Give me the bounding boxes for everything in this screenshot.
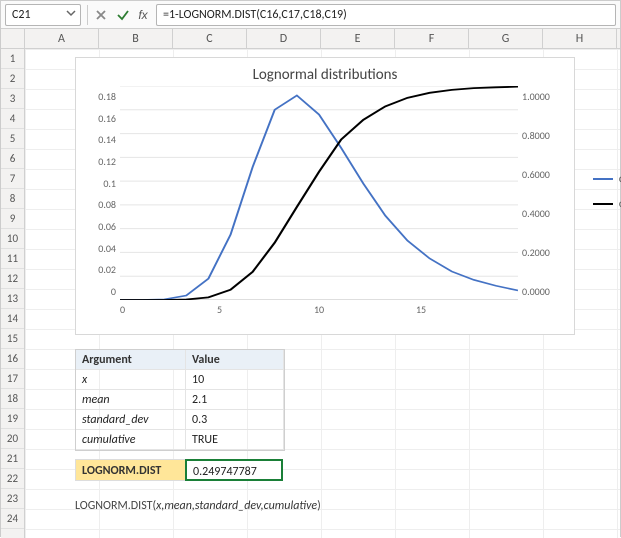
table-cell[interactable]: standard_dev	[76, 410, 186, 430]
row-header[interactable]: 12	[1, 269, 24, 289]
series-cumulative	[120, 87, 518, 300]
legend-swatch-cumulative	[593, 203, 613, 205]
argument-table: Argument Value x10 mean2.1 standard_dev0…	[75, 349, 285, 451]
row-header[interactable]: 15	[1, 329, 24, 349]
series-density	[120, 95, 518, 300]
row-header[interactable]: 18	[1, 389, 24, 409]
row-header[interactable]: 4	[1, 109, 24, 129]
row-header-col: 1 2 3 4 5 6 7 8 9 10 11 12 13 14 15 16 1…	[1, 49, 25, 538]
y-axis-left: 0.180.16 0.140.12 0.10.08 0.060.04 0.020	[86, 86, 120, 316]
row-header[interactable]: 6	[1, 149, 24, 169]
legend-swatch-density	[593, 178, 613, 180]
row-header[interactable]: 21	[1, 449, 24, 469]
col-header[interactable]: C	[173, 29, 247, 48]
active-cell[interactable]: 0.249747787	[185, 459, 283, 481]
row-header[interactable]: 24	[1, 509, 24, 529]
row-header[interactable]: 22	[1, 469, 24, 489]
formula-text: =1-LOGNORM.DIST(C16,C17,C18,C19)	[163, 8, 347, 22]
y-axis-right: 1.00000.8000 0.60000.4000 0.20000.0000	[518, 86, 564, 316]
chevron-down-icon	[66, 8, 76, 22]
divider	[87, 5, 88, 25]
fx-button[interactable]: fx	[134, 4, 156, 26]
syntax-text: LOGNORM.DIST(x,mean,standard_dev,cumulat…	[75, 499, 321, 513]
col-header[interactable]: E	[321, 29, 395, 48]
name-box[interactable]: C21	[5, 4, 81, 26]
row-header[interactable]: 10	[1, 229, 24, 249]
table-cell[interactable]: TRUE	[186, 430, 284, 450]
accept-button[interactable]	[112, 4, 134, 26]
row-header[interactable]: 5	[1, 129, 24, 149]
row-header[interactable]: 19	[1, 409, 24, 429]
row-header[interactable]: 2	[1, 69, 24, 89]
column-header-row: A B C D E F G H	[1, 29, 620, 49]
cell-grid[interactable]: Lognormal distributions 0.180.16 0.140.1…	[25, 49, 620, 538]
result-row: LOGNORM.DIST 0.249747787	[75, 459, 283, 481]
table-header: Argument	[76, 350, 186, 370]
chart-legend: density cumulative	[593, 172, 621, 222]
row-header[interactable]: 20	[1, 429, 24, 449]
row-header[interactable]: 3	[1, 89, 24, 109]
col-header[interactable]: A	[25, 29, 99, 48]
col-header[interactable]: D	[247, 29, 321, 48]
table-cell[interactable]: x	[76, 370, 186, 390]
row-header[interactable]: 9	[1, 209, 24, 229]
table-cell[interactable]: 0.3	[186, 410, 284, 430]
formula-input[interactable]: =1-LOGNORM.DIST(C16,C17,C18,C19)	[156, 4, 616, 26]
row-header[interactable]: 1	[1, 49, 24, 69]
row-header[interactable]: 11	[1, 249, 24, 269]
result-label[interactable]: LOGNORM.DIST	[75, 459, 185, 481]
col-header[interactable]: H	[543, 29, 617, 48]
col-header[interactable]: G	[469, 29, 543, 48]
table-cell[interactable]: cumulative	[76, 430, 186, 450]
row-header[interactable]: 17	[1, 369, 24, 389]
row-header[interactable]: 13	[1, 289, 24, 309]
fx-icon: fx	[138, 8, 147, 22]
row-header[interactable]: 7	[1, 169, 24, 189]
select-all-corner[interactable]	[1, 29, 25, 48]
table-cell[interactable]: 2.1	[186, 390, 284, 410]
row-header[interactable]: 16	[1, 349, 24, 369]
chart-title: Lognormal distributions	[86, 66, 564, 84]
row-header[interactable]: 8	[1, 189, 24, 209]
table-header: Value	[186, 350, 284, 370]
cancel-button[interactable]	[90, 4, 112, 26]
name-box-value: C21	[12, 8, 31, 22]
row-header[interactable]: 23	[1, 489, 24, 509]
table-cell[interactable]: mean	[76, 390, 186, 410]
chart[interactable]: Lognormal distributions 0.180.16 0.140.1…	[75, 57, 575, 335]
row-header[interactable]: 14	[1, 309, 24, 329]
table-cell[interactable]: 10	[186, 370, 284, 390]
col-header[interactable]: B	[99, 29, 173, 48]
col-header[interactable]: F	[395, 29, 469, 48]
x-axis: 05 1015	[120, 303, 518, 316]
